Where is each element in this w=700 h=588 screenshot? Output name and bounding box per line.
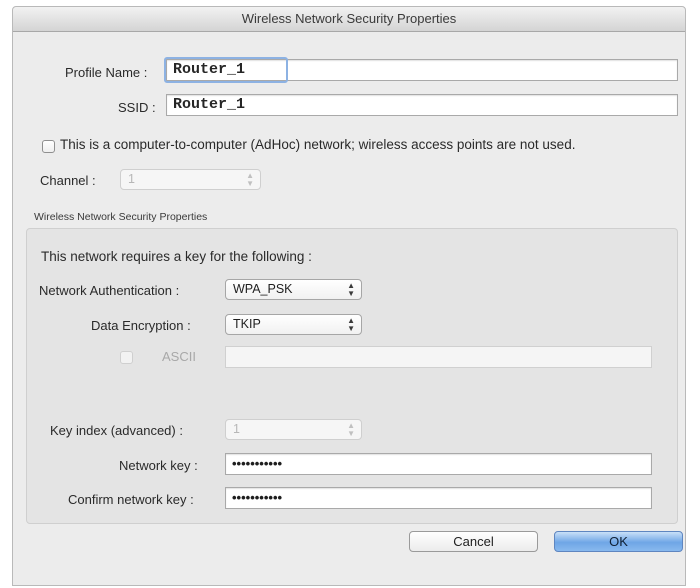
security-intro-text: This network requires a key for the foll… — [41, 249, 312, 264]
window-title: Wireless Network Security Properties — [13, 7, 685, 32]
profile-name-focus-ring — [164, 57, 288, 83]
ascii-input[interactable] — [225, 346, 652, 368]
ascii-label: ASCII — [162, 349, 196, 364]
cancel-button[interactable]: Cancel — [409, 531, 538, 552]
chevron-up-down-icon: ▲ ▼ — [347, 316, 355, 333]
ok-button[interactable]: OK — [554, 531, 683, 552]
ssid-label: SSID : — [118, 100, 156, 115]
data-encryption-value: TKIP — [233, 317, 261, 331]
adhoc-checkbox-label: This is a computer-to-computer (AdHoc) n… — [60, 137, 576, 152]
chevron-up-down-icon: ▲ ▼ — [246, 171, 254, 188]
key-index-label: Key index (advanced) : — [50, 423, 183, 438]
confirm-network-key-value: ••••••••••• — [232, 490, 283, 505]
key-index-select[interactable]: 1 ▲ ▼ — [225, 419, 362, 440]
ssid-input[interactable]: Router_1 — [166, 94, 678, 116]
channel-label: Channel : — [40, 173, 96, 188]
profile-name-label: Profile Name : — [65, 65, 148, 80]
confirm-network-key-label: Confirm network key : — [68, 492, 194, 507]
network-key-input[interactable]: ••••••••••• — [225, 453, 652, 475]
channel-value: 1 — [128, 172, 135, 186]
network-key-value: ••••••••••• — [232, 456, 283, 471]
network-authentication-label: Network Authentication : — [39, 283, 180, 298]
channel-select[interactable]: 1 ▲ ▼ — [120, 169, 261, 190]
chevron-up-down-icon: ▲ ▼ — [347, 421, 355, 438]
dialog-window: Wireless Network Security Properties Pro… — [12, 6, 686, 586]
network-key-label: Network key : — [119, 458, 198, 473]
security-group — [26, 228, 678, 524]
network-authentication-value: WPA_PSK — [233, 282, 293, 296]
network-authentication-select[interactable]: WPA_PSK ▲ ▼ — [225, 279, 362, 300]
key-index-value: 1 — [233, 422, 240, 436]
confirm-network-key-input[interactable]: ••••••••••• — [225, 487, 652, 509]
adhoc-checkbox[interactable] — [42, 140, 55, 153]
data-encryption-select[interactable]: TKIP ▲ ▼ — [225, 314, 362, 335]
ssid-value: Router_1 — [173, 96, 246, 113]
security-group-caption: Wireless Network Security Properties — [34, 211, 208, 223]
ascii-checkbox[interactable] — [120, 351, 133, 364]
data-encryption-label: Data Encryption : — [91, 318, 191, 333]
chevron-up-down-icon: ▲ ▼ — [347, 281, 355, 298]
